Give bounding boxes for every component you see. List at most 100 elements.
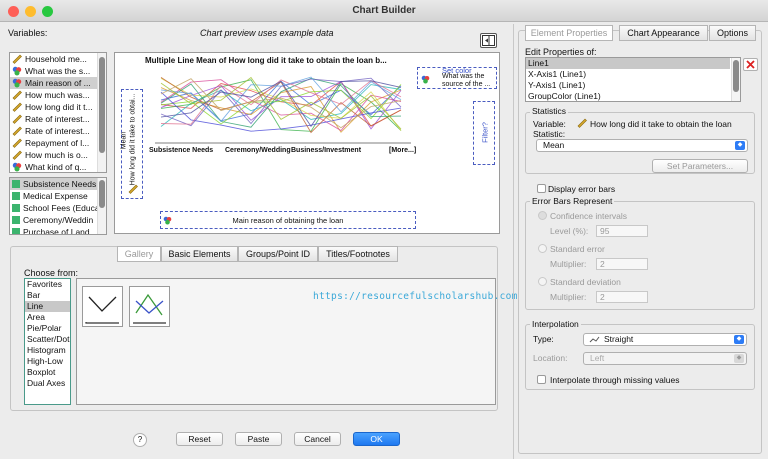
scale-icon bbox=[12, 114, 22, 124]
nominal-icon bbox=[12, 78, 22, 88]
ruler-icon bbox=[577, 118, 587, 130]
standard-error-radio[interactable] bbox=[538, 244, 547, 253]
tab-options[interactable]: Options bbox=[709, 25, 756, 41]
interpolation-location-label: Location: bbox=[533, 353, 568, 363]
edit-properties-item[interactable]: Line1 bbox=[526, 58, 730, 69]
edit-properties-item[interactable]: X-Axis1 (Line1) bbox=[526, 69, 730, 80]
variable-item[interactable]: What kind of q... bbox=[10, 161, 98, 172]
collapse-panel-icon[interactable] bbox=[480, 33, 497, 48]
variable-item[interactable]: Household me... bbox=[10, 53, 98, 65]
paste-button[interactable]: Paste bbox=[235, 432, 282, 446]
category-square-icon bbox=[12, 228, 20, 234]
standard-deviation-radio[interactable] bbox=[538, 277, 547, 286]
filter-drop-zone[interactable]: Filter? bbox=[473, 101, 495, 165]
edit-properties-scrollbar[interactable] bbox=[731, 58, 740, 101]
variable-item[interactable]: Main reason of ... bbox=[10, 77, 98, 89]
help-button[interactable]: ? bbox=[133, 433, 147, 447]
nominal-icon bbox=[12, 162, 22, 172]
tab-titles-footnotes[interactable]: Titles/Footnotes bbox=[318, 246, 398, 262]
variable-item[interactable]: How much is o... bbox=[10, 149, 98, 161]
categories-scrollbar[interactable] bbox=[97, 178, 106, 234]
category-square-icon bbox=[12, 204, 20, 212]
tab-groups-point-id[interactable]: Groups/Point ID bbox=[238, 246, 318, 262]
se-multiplier-label: Multiplier: bbox=[550, 259, 587, 269]
display-error-bars-checkbox[interactable] bbox=[537, 184, 546, 193]
x-tick-label: Ceremony/Wedding bbox=[225, 147, 291, 154]
variable-item[interactable]: What was the s... bbox=[10, 65, 98, 77]
sd-multiplier-input[interactable]: 2 bbox=[596, 291, 648, 303]
interpolate-missing-checkbox[interactable] bbox=[537, 375, 546, 384]
interpolation-location-select[interactable]: Left ◆ bbox=[583, 352, 747, 365]
category-item[interactable]: Purchase of Land bbox=[10, 226, 98, 235]
variable-item-label: Main reason of ... bbox=[25, 78, 91, 88]
chart-type-item[interactable]: Favorites bbox=[25, 279, 70, 290]
multiple-line-thumbnail[interactable] bbox=[129, 286, 170, 327]
choose-from-label: Choose from: bbox=[24, 268, 79, 278]
tab-gallery[interactable]: Gallery bbox=[117, 246, 161, 262]
edit-properties-item[interactable]: Y-Axis1 (Line1) bbox=[526, 80, 730, 91]
variables-list[interactable]: Household me... What was the s... Main rea… bbox=[9, 52, 107, 173]
y-drop-label: How long did it take to obtai... bbox=[129, 93, 137, 186]
reset-button[interactable]: Reset bbox=[176, 432, 223, 446]
ok-button[interactable]: OK bbox=[353, 432, 400, 446]
set-parameters-button[interactable]: Set Parameters... bbox=[652, 159, 748, 173]
confidence-intervals-radio[interactable] bbox=[538, 211, 547, 220]
simple-line-thumbnail[interactable] bbox=[82, 286, 123, 327]
y-axis-label: Mean bbox=[120, 131, 128, 150]
scale-icon bbox=[12, 102, 22, 112]
category-item[interactable]: Ceremony/Weddin bbox=[10, 214, 98, 226]
cancel-button[interactable]: Cancel bbox=[294, 432, 341, 446]
chart-type-item[interactable]: Area bbox=[25, 312, 70, 323]
x-axis-drop-zone[interactable]: Main reason of obtaining the loan bbox=[160, 211, 416, 229]
delete-element-button[interactable] bbox=[743, 58, 758, 71]
chart-type-item[interactable]: Line bbox=[25, 301, 70, 312]
chart-type-item[interactable]: Pie/Polar bbox=[25, 323, 70, 334]
chart-type-item[interactable]: Scatter/Dot bbox=[25, 334, 70, 345]
category-item[interactable]: Subsistence Needs bbox=[10, 178, 98, 190]
variable-item[interactable]: Repayment of l... bbox=[10, 137, 98, 149]
statistic-select-value: Mean bbox=[543, 140, 565, 150]
chart-type-item[interactable]: Dual Axes bbox=[25, 378, 70, 389]
delete-icon bbox=[746, 60, 755, 69]
category-item[interactable]: School Fees (Educa bbox=[10, 202, 98, 214]
error-bars-legend: Error Bars Represent bbox=[530, 196, 615, 206]
tab-chart-appearance[interactable]: Chart Appearance bbox=[619, 25, 708, 41]
variable-item[interactable]: Rate of interest... bbox=[10, 125, 98, 137]
straight-line-icon bbox=[589, 336, 600, 343]
variable-item-label: How much is o... bbox=[25, 150, 88, 160]
chart-canvas[interactable]: Multiple Line Mean of How long did it ta… bbox=[114, 52, 500, 234]
scale-icon bbox=[12, 150, 22, 160]
edit-properties-item[interactable]: GroupColor (Line1) bbox=[526, 91, 730, 102]
interpolation-type-select[interactable]: Straight ◆ bbox=[583, 333, 747, 346]
x-tick-label: Business/Investment bbox=[291, 147, 362, 154]
category-square-icon bbox=[12, 192, 20, 200]
se-multiplier-input[interactable]: 2 bbox=[596, 258, 648, 270]
variable-item[interactable]: How much was... bbox=[10, 89, 98, 101]
x-tick-label: Subsistence Needs bbox=[149, 147, 214, 154]
variable-item[interactable]: How long did it t... bbox=[10, 101, 98, 113]
chart-type-item[interactable]: Boxplot bbox=[25, 367, 70, 378]
category-item[interactable]: Medical Expense bbox=[10, 190, 98, 202]
edit-properties-list[interactable]: Line1 X-Axis1 (Line1) Y-Axis1 (Line1) Group… bbox=[525, 57, 741, 102]
standard-deviation-label: Standard deviation bbox=[550, 277, 621, 287]
categories-list[interactable]: Subsistence Needs Medical Expense School F… bbox=[9, 177, 107, 235]
category-item-label: Purchase of Land bbox=[23, 227, 90, 235]
variables-scrollbar[interactable] bbox=[97, 53, 106, 172]
variable-item[interactable]: Rate of interest... bbox=[10, 113, 98, 125]
chart-type-item[interactable]: Bar bbox=[25, 290, 70, 301]
chart-type-item[interactable]: High-Low bbox=[25, 356, 70, 367]
statistic-variable-value: How long did it take to obtain the loan bbox=[590, 119, 732, 129]
nominal-icon bbox=[421, 75, 430, 86]
statistics-legend: Statistics bbox=[530, 106, 569, 116]
display-error-bars-label: Display error bars bbox=[548, 184, 616, 194]
chart-type-item[interactable]: Histogram bbox=[25, 345, 70, 356]
level-input[interactable]: 95 bbox=[596, 225, 648, 237]
chart-type-list[interactable]: Favorites Bar Line Area Pie/Polar Scatter/Dot… bbox=[24, 278, 71, 405]
tab-basic-elements[interactable]: Basic Elements bbox=[161, 246, 238, 262]
color-drop-zone[interactable]: Set color What was the source of the ... bbox=[417, 66, 497, 89]
tab-element-properties[interactable]: Element Properties bbox=[525, 25, 613, 41]
gallery-area: https://resourcefulscholarshub.com bbox=[76, 278, 517, 405]
statistic-select[interactable]: Mean ◆ bbox=[536, 139, 748, 152]
interpolate-missing-label: Interpolate through missing values bbox=[550, 375, 680, 385]
scale-icon bbox=[12, 90, 22, 100]
